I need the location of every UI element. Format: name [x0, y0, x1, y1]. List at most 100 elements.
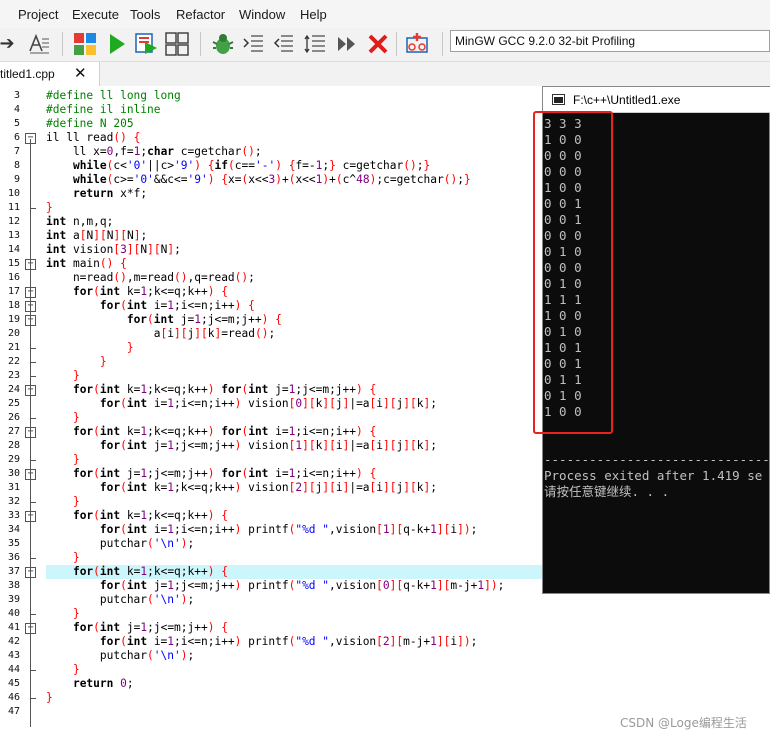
code-line[interactable]: putchar('\n');: [46, 593, 194, 607]
console-app-icon: [552, 94, 565, 105]
run-icon[interactable]: [104, 31, 130, 57]
code-line[interactable]: }: [46, 201, 53, 215]
code-line[interactable]: for(int j=1;j<=m;j++) {: [46, 313, 282, 327]
code-line[interactable]: }: [46, 411, 80, 425]
compiler-select[interactable]: MinGW GCC 9.2.0 32-bit Profiling: [450, 30, 770, 52]
close-icon[interactable]: ✕: [74, 64, 87, 82]
code-line[interactable]: }: [46, 355, 107, 369]
tab-strip: titled1.cpp ✕: [0, 62, 770, 86]
line-number: 18: [7, 300, 20, 311]
code-line[interactable]: for(int j=1;j<=m;j++) for(int i=1;i<=n;i…: [46, 467, 376, 481]
compile-run-icon[interactable]: [134, 31, 160, 57]
tab-label: titled1.cpp: [0, 67, 55, 81]
code-line[interactable]: int main() {: [46, 257, 127, 271]
menu-help[interactable]: Help: [300, 7, 327, 22]
code-line[interactable]: for(int j=1;j<=m;j++) printf("%d ",visio…: [46, 579, 504, 593]
line-number: 15: [7, 258, 20, 269]
menu-project[interactable]: Project: [18, 7, 58, 22]
line-number: 44: [7, 664, 20, 675]
line-number: 4: [13, 104, 20, 115]
toolbar-separator: [62, 32, 63, 56]
code-line[interactable]: }: [46, 341, 134, 355]
menu-refactor[interactable]: Refactor: [176, 7, 225, 22]
line-number: 47: [7, 706, 20, 717]
code-line[interactable]: for(int i=1;i<=n;i++) vision[0][k][j]|=a…: [46, 397, 437, 411]
code-line[interactable]: int a[N][N][N];: [46, 229, 147, 243]
line-number: 12: [7, 216, 20, 227]
code-line[interactable]: #define il inline: [46, 103, 161, 117]
menu-execute[interactable]: Execute: [72, 7, 119, 22]
code-line[interactable]: for(int k=1;k<=q;k++) for(int i=1;i<=n;i…: [46, 425, 376, 439]
code-line[interactable]: a[i][j][k]=read();: [46, 327, 275, 341]
code-line[interactable]: for(int k=1;k<=q;k++) {: [46, 509, 228, 523]
code-line[interactable]: }: [46, 453, 80, 467]
code-line[interactable]: }: [46, 691, 53, 705]
line-number: 37: [7, 566, 20, 577]
console-titlebar[interactable]: F:\c++\Untitled1.exe: [543, 87, 770, 113]
tab-untitled1[interactable]: titled1.cpp ✕: [0, 62, 100, 86]
code-line[interactable]: int vision[3][N][N];: [46, 243, 181, 257]
code-line[interactable]: for(int k=1;k<=q;k++) vision[2][j][i]|=a…: [46, 481, 437, 495]
stop-icon[interactable]: [365, 31, 391, 57]
step-icon[interactable]: [334, 31, 360, 57]
code-line[interactable]: }: [46, 495, 80, 509]
code-line[interactable]: for(int j=1;j<=m;j++) {: [46, 621, 228, 635]
code-line[interactable]: for(int k=1;k<=q;k++) {: [46, 565, 228, 579]
line-number: 17: [7, 286, 20, 297]
code-line[interactable]: putchar('\n');: [46, 537, 194, 551]
code-line[interactable]: #define ll long long: [46, 89, 181, 103]
code-line[interactable]: ll x=0,f=1;char c=getchar();: [46, 145, 262, 159]
code-line[interactable]: while(c<'0'||c>'9') {if(c=='-') {f=-1;} …: [46, 159, 430, 173]
menu-window[interactable]: Window: [239, 7, 285, 22]
profile-icon[interactable]: [404, 31, 430, 57]
line-number: 34: [7, 524, 20, 535]
toolbar-separator: [442, 32, 443, 56]
line-number: 3: [13, 90, 20, 101]
line-number: 31: [7, 482, 20, 493]
code-line[interactable]: for(int i=1;i<=n;i++) printf("%d ",visio…: [46, 523, 477, 537]
console-output-line: --------------------------------: [544, 452, 769, 467]
code-line[interactable]: for(int i=1;i<=n;i++) printf("%d ",visio…: [46, 635, 477, 649]
code-line[interactable]: }: [46, 663, 80, 677]
line-number: 23: [7, 370, 20, 381]
code-line[interactable]: return x*f;: [46, 187, 147, 201]
line-number: 13: [7, 230, 20, 241]
line-number: 36: [7, 552, 20, 563]
line-number: 9: [13, 174, 20, 185]
text-format-icon[interactable]: [26, 31, 52, 57]
grid-icon[interactable]: [72, 31, 98, 57]
code-line[interactable]: return 0;: [46, 677, 134, 691]
line-number: 41: [7, 622, 20, 633]
code-line[interactable]: #define N 205: [46, 117, 134, 131]
code-line[interactable]: int n,m,q;: [46, 215, 113, 229]
code-line[interactable]: il ll read() {: [46, 131, 140, 145]
line-number: 19: [7, 314, 20, 325]
line-number: 32: [7, 496, 20, 507]
line-number: 11: [7, 202, 20, 213]
line-number: 21: [7, 342, 20, 353]
menu-tools[interactable]: Tools: [130, 7, 160, 22]
line-number: 26: [7, 412, 20, 423]
layout-icon[interactable]: [164, 31, 190, 57]
arrow-icon[interactable]: ➔: [0, 31, 20, 57]
line-number: 42: [7, 636, 20, 647]
unindent-icon[interactable]: [270, 31, 296, 57]
code-line[interactable]: for(int j=1;j<=m;j++) vision[1][k][i]|=a…: [46, 439, 437, 453]
code-line[interactable]: for(int k=1;k<=q;k++) for(int j=1;j<=m;j…: [46, 383, 376, 397]
code-line[interactable]: for(int i=1;i<=n;i++) {: [46, 299, 255, 313]
list-icon[interactable]: [302, 31, 328, 57]
code-line[interactable]: while(c>='0'&&c<='9') {x=(x<<3)+(x<<1)+(…: [46, 173, 471, 187]
code-line[interactable]: }: [46, 607, 80, 621]
line-number-gutter: 3456−789101112131415−1617−18−19−20212223…: [0, 86, 42, 736]
code-line[interactable]: }: [46, 369, 80, 383]
code-line[interactable]: }: [46, 551, 80, 565]
line-number: 29: [7, 454, 20, 465]
code-line[interactable]: putchar('\n');: [46, 649, 194, 663]
code-line[interactable]: n=read(),m=read(),q=read();: [46, 271, 255, 285]
annotation-highlight-box: [533, 111, 613, 434]
toolbar-separator: [200, 32, 201, 56]
line-number: 27: [7, 426, 20, 437]
code-line[interactable]: for(int k=1;k<=q;k++) {: [46, 285, 228, 299]
indent-icon[interactable]: [240, 31, 266, 57]
debug-icon[interactable]: [210, 31, 236, 57]
